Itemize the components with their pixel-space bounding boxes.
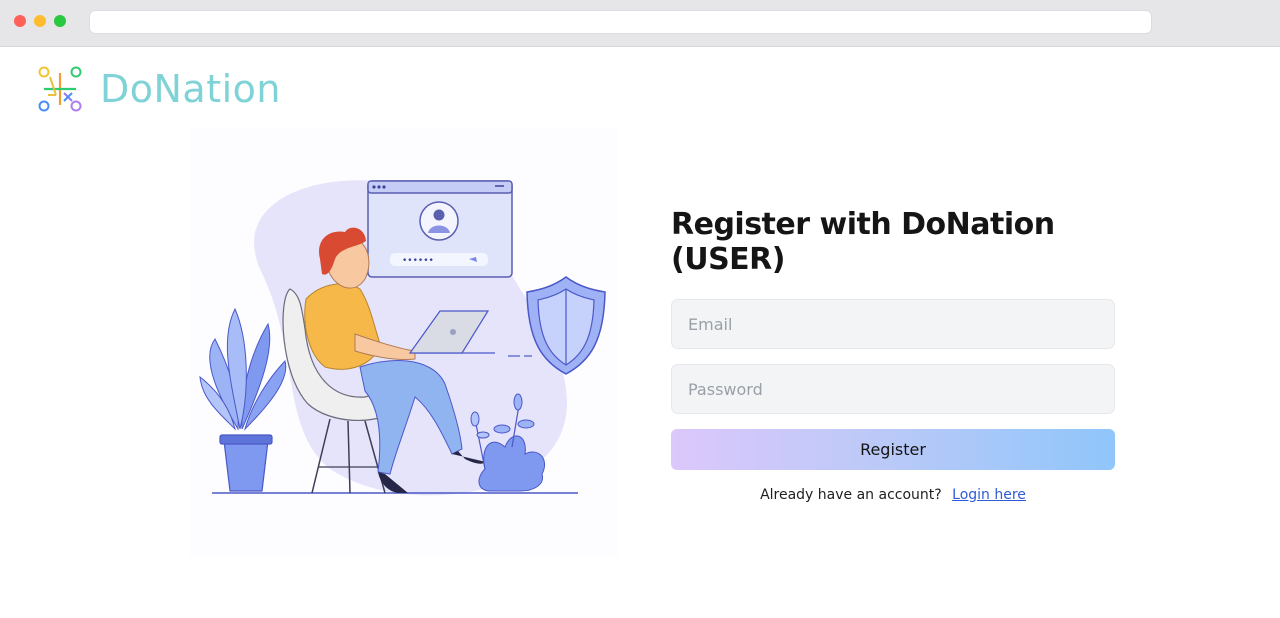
password-field[interactable]	[671, 364, 1115, 414]
page-content: DoNation •••••• Register with DoNation (…	[0, 46, 1280, 618]
register-button[interactable]: Register	[671, 429, 1115, 470]
form-title: Register with DoNation (USER)	[671, 207, 1055, 277]
register-form: Register with DoNation (USER) Register A…	[671, 207, 1115, 503]
login-illustration: ••••••	[190, 129, 618, 557]
plant-icon	[199, 307, 287, 492]
password-mask: ••••••	[402, 256, 434, 266]
donation-logo-icon	[38, 66, 82, 112]
address-bar[interactable]	[89, 10, 1152, 34]
email-field[interactable]	[671, 299, 1115, 349]
maximize-window-dot[interactable]	[54, 15, 66, 27]
brand-logo[interactable]: DoNation	[36, 65, 281, 113]
login-link[interactable]: Login here	[952, 487, 1026, 503]
login-prompt-text: Already have an account?	[760, 487, 942, 503]
browser-chrome	[0, 0, 1280, 46]
minimize-window-dot[interactable]	[34, 15, 46, 27]
close-window-dot[interactable]	[14, 15, 26, 27]
login-window-icon: ••••••	[367, 180, 513, 278]
brand-name: DoNation	[100, 67, 282, 111]
login-prompt-row: Already have an account? Login here	[671, 487, 1115, 503]
